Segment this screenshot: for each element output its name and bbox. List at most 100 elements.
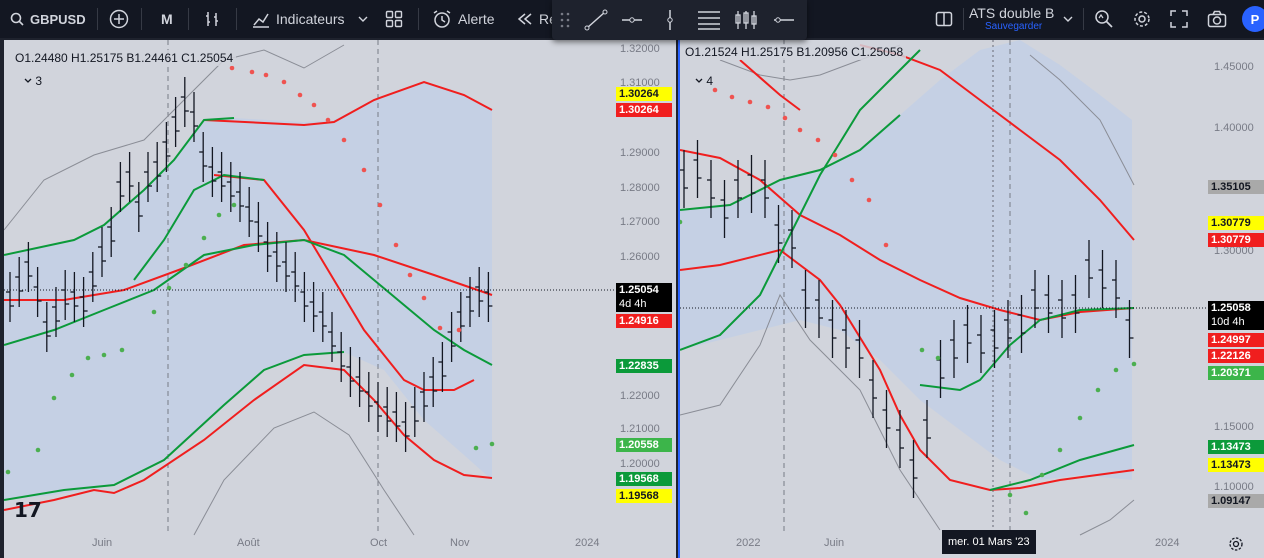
parallel-channel-tool[interactable] [696, 9, 722, 36]
right-time-label: 2024 [1155, 537, 1180, 549]
psar-dot-red [456, 327, 462, 333]
psar-dot-green [35, 447, 41, 453]
psar-dot-green [1077, 415, 1083, 421]
drawing-toolbar [552, 0, 807, 40]
psar-dot-red [377, 202, 383, 208]
right-price-tag: 1.20371 [1208, 366, 1264, 380]
fullscreen-button[interactable] [1170, 0, 1188, 38]
right-chart-canvas[interactable] [680, 40, 1264, 558]
publish-button[interactable]: P [1242, 0, 1264, 38]
left-chart-pane[interactable]: O1.24480 H1.25175 B1.24461 C1.25054 3 1.… [4, 40, 676, 558]
right-indicator-count: 4 [706, 74, 714, 88]
psar-dot-green [5, 469, 11, 475]
right-countdown: 10d 4h [1211, 316, 1245, 328]
templates-button[interactable] [385, 0, 403, 38]
zoom-search-icon [1095, 10, 1113, 28]
trendline-tool[interactable] [584, 9, 608, 36]
outer-band-line [193, 411, 415, 536]
left-price-label: 1.26000 [620, 251, 660, 263]
left-current-price-tag: 1.25054 4d 4h [616, 283, 672, 312]
psar-dot-red [393, 242, 399, 248]
psar-dot-green [51, 395, 57, 401]
drag-handle[interactable] [560, 12, 570, 33]
right-time-label: 2022 [736, 537, 761, 549]
psar-dot-red [281, 79, 287, 85]
right-price-tag: 1.30779 [1208, 216, 1264, 230]
band-fill [680, 40, 1132, 480]
left-price-label: 1.28000 [620, 182, 660, 194]
interval-button[interactable]: M [161, 0, 173, 38]
symbol-search[interactable]: GBPUSD [10, 0, 86, 38]
horizontal-line-tool[interactable] [620, 9, 644, 36]
fullscreen-icon [1170, 10, 1188, 28]
replay-button[interactable]: Re [517, 0, 557, 38]
channel-icon [698, 11, 720, 30]
psar-dot-red [832, 152, 838, 158]
alarm-clock-icon [433, 10, 451, 28]
right-ohlc-legend: O1.21524 H1.25175 B1.20956 C1.25058 [682, 44, 907, 60]
psar-dot-red [712, 87, 718, 93]
psar-dot-red [325, 117, 331, 123]
psar-dot-red [361, 167, 367, 173]
left-price-tag: 1.24916 [616, 314, 672, 328]
right-price-tag: 1.13473 [1208, 440, 1264, 454]
psar-dot-green [1113, 367, 1119, 373]
psar-dot-red [849, 177, 855, 183]
gear-icon [1134, 11, 1150, 27]
compare-button[interactable] [109, 0, 129, 38]
left-chart-canvas[interactable] [4, 40, 676, 558]
psar-dot-green [489, 441, 495, 447]
quick-search-button[interactable] [1094, 0, 1114, 38]
psar-dot-green [201, 235, 207, 241]
psar-dot-red [249, 69, 255, 75]
layout-name-button[interactable]: ATS double B Sauvegarder [969, 0, 1054, 38]
indicators-button[interactable]: Indicateurs [252, 0, 368, 38]
psar-dot-green [85, 355, 91, 361]
outer-band-line [1079, 499, 1135, 536]
avatar-letter: P [1250, 11, 1260, 27]
psar-dot-red [341, 137, 347, 143]
psar-dot-red [797, 127, 803, 133]
right-time-label: Juin [824, 537, 845, 549]
drag-handle-icon [560, 12, 570, 28]
psar-dot-red [729, 94, 735, 100]
left-price-tag: 1.19568 [616, 472, 672, 486]
right-price-tag: 1.13473 [1208, 458, 1264, 472]
left-current-price: 1.25054 [619, 284, 659, 296]
chevron-down-icon [358, 16, 368, 22]
left-collapse-toggle[interactable]: 3 [24, 74, 42, 88]
ohlc-bar [401, 402, 410, 452]
ohlc-bar [693, 140, 702, 198]
psar-dot-green [1131, 361, 1137, 367]
chevron-down-icon [1063, 16, 1073, 22]
psar-dot-red [782, 115, 788, 121]
psar-dot-green [1039, 472, 1045, 478]
right-price-label: 1.10000 [1214, 481, 1254, 493]
left-indicator-count: 3 [35, 74, 43, 88]
psar-dot-red [747, 99, 753, 105]
psar-dot-red [437, 325, 443, 331]
goto-settings-button[interactable] [1228, 536, 1244, 557]
alert-button[interactable]: Alerte [432, 0, 495, 38]
psar-dot-green [935, 355, 941, 361]
right-chart-pane[interactable]: O1.21524 H1.25175 B1.20956 C1.25058 4 1.… [678, 40, 1264, 558]
crosshair-date-label: mer. 01 Mars '23 [942, 530, 1036, 554]
trendline-icon [584, 9, 608, 31]
left-price-label: 1.20000 [620, 458, 660, 470]
layout-menu-chevron[interactable] [1063, 0, 1073, 38]
horizontal-line-icon [622, 17, 642, 23]
layout-save-label: Sauvegarder [985, 20, 1043, 32]
price-range-tool[interactable] [734, 9, 758, 36]
chart-type-button[interactable] [204, 0, 222, 38]
vertical-line-tool[interactable] [658, 9, 682, 36]
tradingview-logo[interactable]: 17 [14, 498, 42, 522]
indicators-label: Indicateurs [276, 11, 345, 27]
snapshot-button[interactable] [1207, 0, 1227, 38]
layout-button[interactable] [935, 0, 953, 38]
right-collapse-toggle[interactable]: 4 [695, 74, 713, 88]
settings-button[interactable] [1132, 0, 1152, 38]
ohlc-bar [116, 162, 125, 212]
horizontal-ray-tool[interactable] [772, 9, 796, 36]
left-price-tag: 1.30264 [616, 103, 672, 117]
rewind-icon [517, 13, 532, 25]
